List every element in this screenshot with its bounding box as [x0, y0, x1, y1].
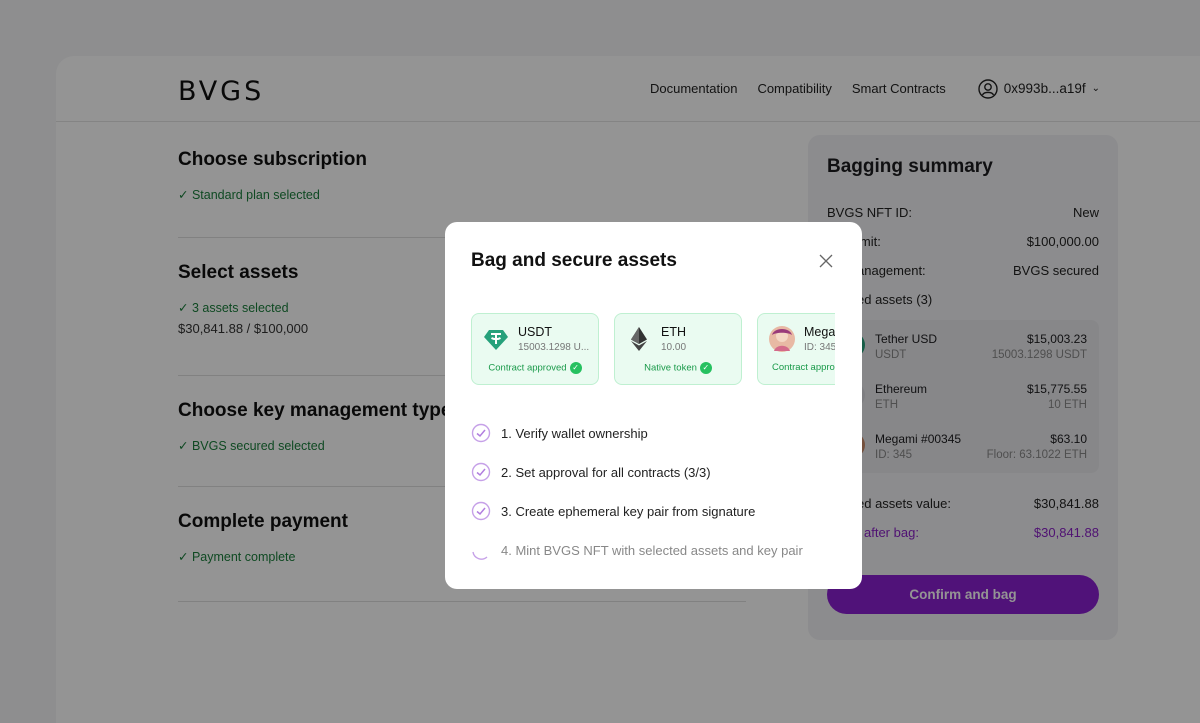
step-label: 2. Set approval for all contracts (3/3) — [501, 465, 711, 480]
loading-spinner-icon — [472, 551, 488, 560]
status-text: Native token — [644, 362, 697, 374]
check-icon: ✓ — [569, 362, 582, 374]
check-circle-icon — [471, 462, 491, 482]
card-amount: ID: 345 — [804, 342, 835, 353]
card-amount: 10.00 — [661, 342, 687, 353]
tether-icon — [484, 330, 508, 350]
asset-card-eth[interactable]: ETH 10.00 Native token ✓ — [614, 313, 742, 385]
card-name: ETH — [661, 325, 686, 339]
nft-avatar-icon — [769, 326, 795, 352]
asset-card-usdt[interactable]: USDT 15003.1298 U... Contract approved ✓ — [471, 313, 599, 385]
check-circle-icon — [471, 423, 491, 443]
asset-card-megami[interactable]: Megan ID: 345 Contract appro — [757, 313, 835, 385]
bag-assets-modal: Bag and secure assets USDT 15003.1298 U.… — [445, 222, 862, 589]
step-label: 1. Verify wallet ownership — [501, 426, 648, 441]
card-status: Contract approved ✓ — [472, 362, 598, 374]
asset-cards: USDT 15003.1298 U... Contract approved ✓ … — [471, 313, 835, 389]
modal-title: Bag and secure assets — [471, 250, 677, 271]
step-label: 3. Create ephemeral key pair from signat… — [501, 504, 756, 519]
card-name: Megan — [804, 325, 835, 339]
card-status: Contract appro — [772, 362, 835, 373]
card-amount: 15003.1298 U... — [518, 342, 590, 353]
card-status: Native token ✓ — [615, 362, 741, 374]
ethereum-icon — [631, 327, 647, 351]
status-text: Contract appro — [772, 362, 835, 373]
check-circle-icon — [471, 501, 491, 521]
close-icon[interactable] — [818, 253, 834, 269]
check-icon: ✓ — [699, 362, 712, 374]
card-name: USDT — [518, 325, 553, 339]
step-label: 4. Mint BVGS NFT with selected assets an… — [501, 543, 803, 558]
status-text: Contract approved — [488, 362, 567, 374]
